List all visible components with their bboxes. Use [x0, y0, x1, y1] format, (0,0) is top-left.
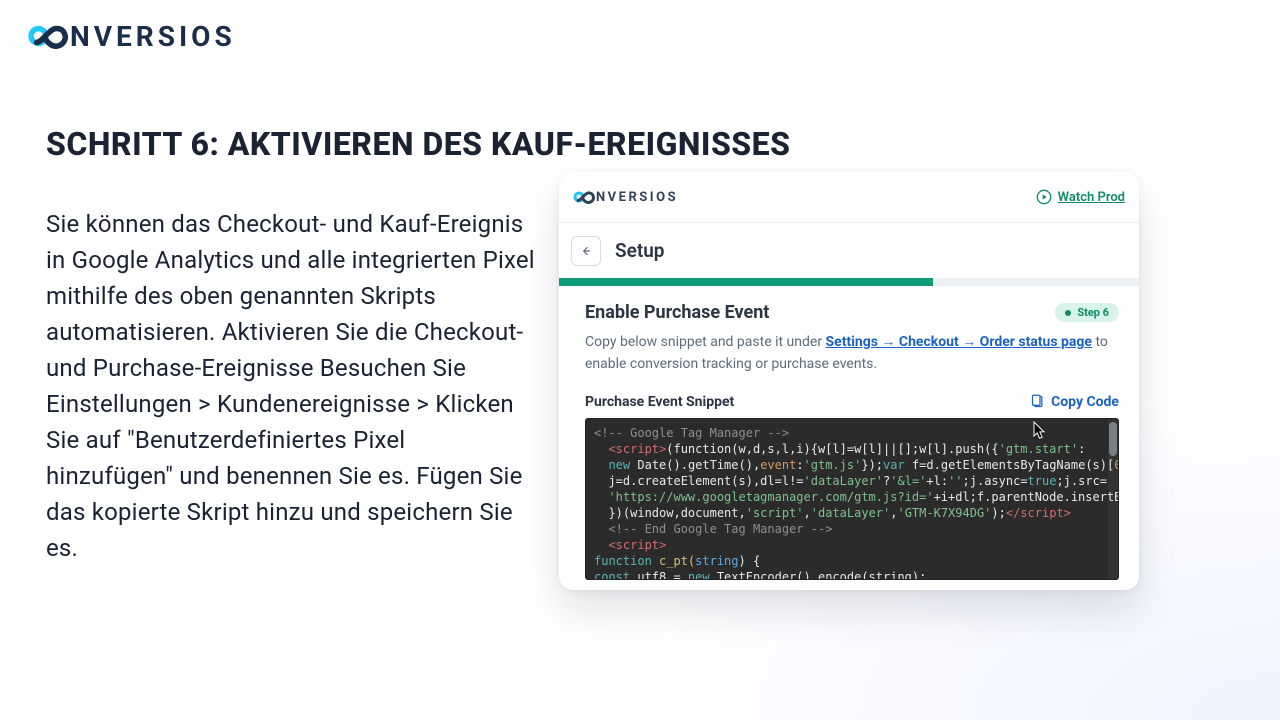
card-header: NVERSIOS Watch Prod [559, 172, 1139, 222]
page-title: SCHRITT 6: AKTIVIEREN DES KAUF-EREIGNISS… [46, 125, 790, 163]
content-title: Enable Purchase Event [585, 302, 769, 323]
brand: NVERSIOS [20, 16, 236, 56]
brand-logo-icon [20, 16, 68, 56]
back-button[interactable] [571, 236, 601, 266]
code-content: <!-- Google Tag Manager --> <script>(fun… [586, 419, 1118, 580]
card-content: Enable Purchase Event Step 6 Copy below … [559, 286, 1139, 590]
brand-logo-icon [569, 186, 595, 208]
progress-bar [559, 278, 1139, 286]
copy-code-label: Copy Code [1051, 394, 1119, 410]
watch-product-link[interactable]: Watch Prod [1036, 189, 1125, 205]
instruction-text: Copy below snippet and paste it under Se… [585, 331, 1119, 376]
status-dot-icon [1065, 310, 1071, 316]
page-body-text: Sie können das Checkout- und Kauf-Ereign… [46, 206, 536, 566]
code-scrollbar-track[interactable] [1108, 419, 1118, 579]
step-label: Step 6 [1077, 306, 1109, 319]
card-brand: NVERSIOS [569, 186, 678, 208]
clipboard-icon [1030, 394, 1045, 409]
code-block[interactable]: <!-- Google Tag Manager --> <script>(fun… [585, 418, 1119, 580]
setup-card: NVERSIOS Watch Prod Setup Enable Purchas… [559, 172, 1139, 590]
copy-code-button[interactable]: Copy Code [1030, 394, 1119, 410]
snippet-label: Purchase Event Snippet [585, 394, 734, 410]
instruction-pre: Copy below snippet and paste it under [585, 334, 826, 350]
step-badge: Step 6 [1055, 303, 1119, 322]
settings-path-link[interactable]: Settings → Checkout → Order status page [826, 334, 1092, 350]
arrow-left-icon [579, 244, 593, 258]
snippet-header-row: Purchase Event Snippet Copy Code [585, 394, 1119, 410]
card-brand-text: NVERSIOS [596, 190, 678, 205]
content-title-row: Enable Purchase Event Step 6 [585, 302, 1119, 323]
progress-bar-fill [559, 278, 933, 286]
brand-text: NVERSIOS [70, 20, 236, 53]
toolbar-title: Setup [615, 239, 665, 262]
code-scrollbar-thumb[interactable] [1109, 422, 1117, 456]
watch-product-label: Watch Prod [1058, 190, 1125, 205]
play-circle-icon [1036, 189, 1052, 205]
toolbar: Setup [559, 222, 1139, 278]
